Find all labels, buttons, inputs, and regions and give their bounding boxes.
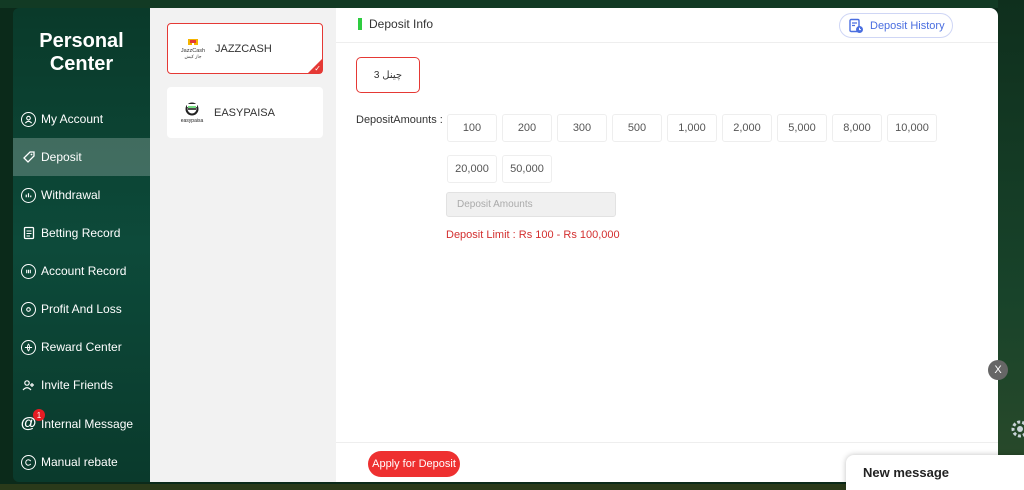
amount-button[interactable]: 2,000 [722,114,772,142]
channel-list: JazzCash جاز کیش JAZZCASH ✓ easypaisa EA… [150,8,336,482]
sidebar-item-label: Account Record [41,264,127,278]
amount-button[interactable]: 1,000 [667,114,717,142]
page-title: Deposit Info [369,17,434,31]
sidebar-item-my-account[interactable]: My Account [13,100,150,138]
amount-button[interactable]: 10,000 [887,114,937,142]
amount-button[interactable]: 8,000 [832,114,882,142]
svg-text:easypaisa: easypaisa [181,118,204,124]
sidebar-item-deposit[interactable]: Deposit [13,138,150,176]
deposit-limit-text: Deposit Limit : Rs 100 - Rs 100,000 [446,229,620,241]
sidebar-item-withdrawal[interactable]: Withdrawal [13,176,150,214]
easypaisa-logo-icon: easypaisa [177,101,207,125]
deposit-history-button[interactable]: Deposit History [839,13,953,38]
popup-title: New message [863,465,949,480]
deposit-amount-input[interactable] [446,192,616,217]
amount-button[interactable]: 20,000 [447,155,497,183]
sidebar-title-line2: Center [49,53,114,75]
apply-for-deposit-button[interactable]: Apply for Deposit [368,451,460,477]
svg-text:JazzCash: JazzCash [181,48,205,54]
sidebar-item-label: Internal Message [41,417,134,431]
channel-label: JAZZCASH [215,42,272,55]
channel-label: EASYPAISA [214,106,275,119]
globe-icon [21,339,36,355]
chart-icon [21,187,36,203]
document-icon [21,226,36,241]
users-icon [21,378,36,393]
sidebar-item-label: Reward Center [41,340,122,354]
svg-text:جاز کیش: جاز کیش [185,54,202,60]
sidebar-item-label: Profit And Loss [41,302,122,316]
amount-button[interactable]: 300 [557,114,607,142]
sidebar-item-label: Invite Friends [41,378,114,392]
deposit-header: Deposit Info Deposit History [336,8,998,43]
amount-button[interactable]: 200 [502,114,552,142]
amount-button[interactable]: 100 [447,114,497,142]
refresh-icon [21,454,36,470]
sidebar-item-internal-message[interactable]: @ 1 Internal Message [13,405,150,443]
payment-option[interactable]: چینل 3 [356,57,420,93]
list-icon [21,263,36,279]
sidebar-item-invite-friends[interactable]: Invite Friends [13,366,150,404]
amount-button[interactable]: 5,000 [777,114,827,142]
check-icon: ✓ [314,64,321,73]
amount-button[interactable]: 50,000 [502,155,552,183]
jazzcash-logo-icon: JazzCash جاز کیش [178,37,208,61]
sidebar-title: Personal Center [13,30,150,76]
history-icon [848,18,864,34]
sidebar: Personal Center My Account Deposit Withd… [13,8,150,482]
header-accent-bar [358,18,362,30]
tag-icon [21,150,36,165]
sidebar-item-label: Betting Record [41,226,121,240]
sidebar-item-label: My Account [41,112,104,126]
sidebar-item-account-record[interactable]: Account Record [13,252,150,290]
sidebar-item-label: Deposit [41,150,82,164]
new-message-popup[interactable]: New message [846,455,1024,490]
sidebar-item-label: Withdrawal [41,188,101,202]
gear-icon [1011,420,1024,438]
channel-easypaisa[interactable]: easypaisa EASYPAISA [167,87,323,138]
close-popup-button[interactable]: X [988,360,1008,380]
sidebar-item-label: Manual rebate [41,455,118,469]
channel-jazzcash[interactable]: JazzCash جاز کیش JAZZCASH ✓ [167,23,323,74]
sidebar-title-line1: Personal [39,30,124,52]
sidebar-item-manual-rebate[interactable]: Manual rebate [13,443,150,481]
deposit-history-label: Deposit History [870,19,945,32]
main-panel: JazzCash جاز کیش JAZZCASH ✓ easypaisa EA… [150,8,998,482]
target-icon [21,301,36,317]
sidebar-item-profit-and-loss[interactable]: Profit And Loss [13,290,150,328]
unread-badge: 1 [33,409,45,421]
sidebar-item-betting-record[interactable]: Betting Record [13,214,150,252]
deposit-amounts-label: DepositAmounts : [356,114,443,126]
user-icon [21,111,36,127]
background-top [0,0,1024,8]
sidebar-item-reward-center[interactable]: Reward Center [13,328,150,366]
amount-button[interactable]: 500 [612,114,662,142]
